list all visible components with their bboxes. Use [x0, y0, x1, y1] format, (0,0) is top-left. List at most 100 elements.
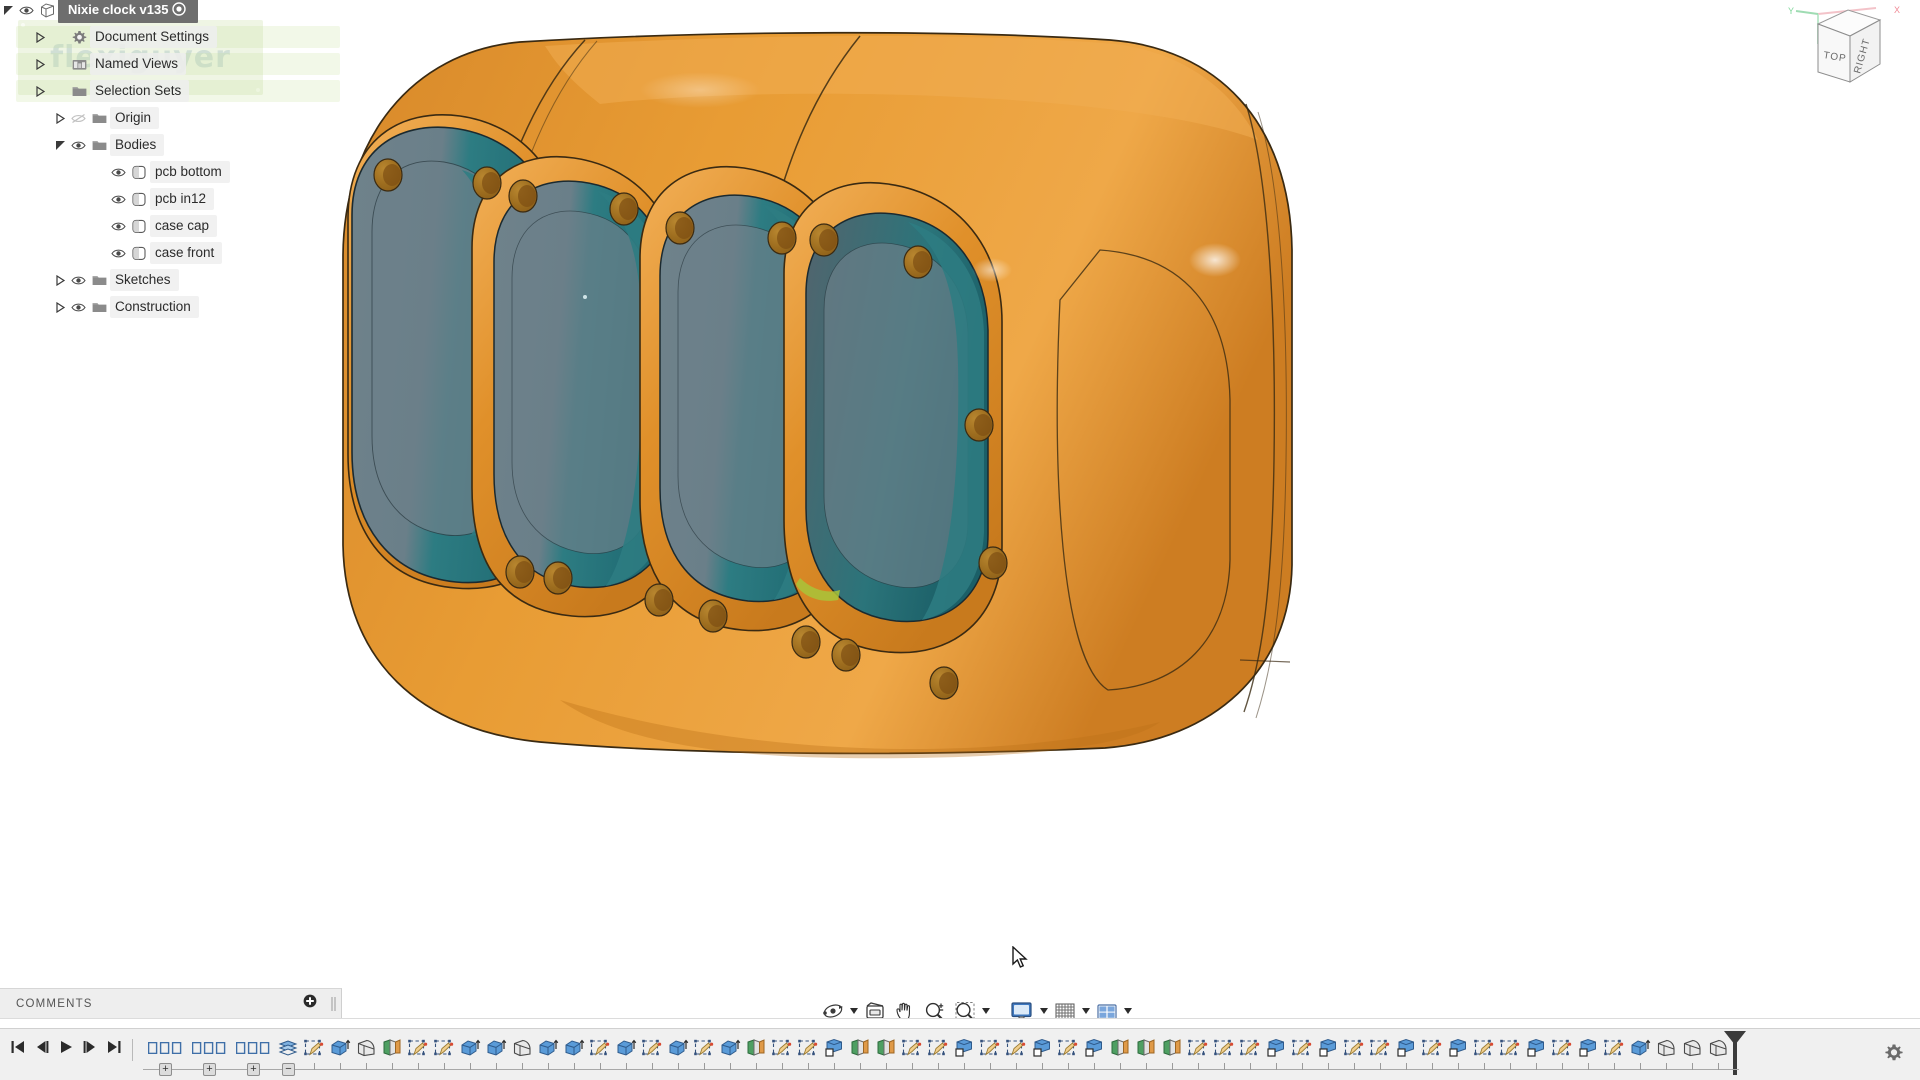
view-cube[interactable]: Y X TOP RIGHT	[1780, 2, 1910, 107]
timeline-feature-34[interactable]	[1133, 1036, 1159, 1064]
timeline-feature-16[interactable]	[665, 1036, 691, 1064]
timeline-feature-28[interactable]	[977, 1036, 1003, 1064]
timeline-feature-32[interactable]	[1081, 1036, 1107, 1064]
timeline-feature-48[interactable]	[1497, 1036, 1523, 1064]
eye-icon[interactable]	[68, 296, 88, 318]
radio-dot-icon[interactable]	[172, 2, 187, 19]
eye-icon[interactable]	[108, 161, 128, 183]
timeline-feature-21[interactable]	[795, 1036, 821, 1064]
timeline-feature-20[interactable]	[769, 1036, 795, 1064]
browser-item-case-front[interactable]: case front	[0, 242, 340, 264]
timeline-feature-15[interactable]	[639, 1036, 665, 1064]
timeline-feature-10[interactable]	[509, 1036, 535, 1064]
chevron-right-icon[interactable]	[52, 269, 68, 291]
timeline-feature-44[interactable]	[1393, 1036, 1419, 1064]
eye-icon[interactable]	[108, 188, 128, 210]
timeline-feature-12[interactable]	[561, 1036, 587, 1064]
timeline-feature-31[interactable]	[1055, 1036, 1081, 1064]
timeline-feature-5[interactable]	[379, 1036, 405, 1064]
timeline-bar[interactable]: + + + −	[0, 1028, 1920, 1080]
timeline-feature-29[interactable]	[1003, 1036, 1029, 1064]
timeline-feature-7[interactable]	[431, 1036, 457, 1064]
timeline-feature-19[interactable]	[743, 1036, 769, 1064]
eye-off-icon[interactable]	[68, 107, 88, 129]
timeline-feature-42[interactable]	[1341, 1036, 1367, 1064]
browser-item-named-views[interactable]: Named Views	[0, 53, 340, 75]
timeline-feature-50[interactable]	[1549, 1036, 1575, 1064]
timeline-feature-1[interactable]	[275, 1036, 301, 1064]
chevron-right-icon[interactable]	[32, 80, 48, 102]
go-to-end-button[interactable]	[102, 1037, 126, 1061]
comments-panel[interactable]: COMMENTS	[0, 988, 342, 1018]
timeline-settings-gear-icon[interactable]	[1884, 1043, 1904, 1068]
timeline-feature-53[interactable]	[1627, 1036, 1653, 1064]
timeline-feature-18[interactable]	[717, 1036, 743, 1064]
chevron-right-icon[interactable]	[32, 26, 48, 48]
timeline-feature-38[interactable]	[1237, 1036, 1263, 1064]
timeline-feature-35[interactable]	[1159, 1036, 1185, 1064]
eye-icon[interactable]	[16, 0, 36, 22]
timeline-feature-40[interactable]	[1289, 1036, 1315, 1064]
timeline-feature-4[interactable]	[353, 1036, 379, 1064]
browser-panel[interactable]: flexiguyer	[0, 0, 340, 323]
eye-icon[interactable]	[108, 242, 128, 264]
resize-grip-icon[interactable]	[331, 996, 337, 1011]
timeline-feature-22[interactable]	[821, 1036, 847, 1064]
timeline-feature-36[interactable]	[1185, 1036, 1211, 1064]
timeline-feature-45[interactable]	[1419, 1036, 1445, 1064]
timeline-feature-55[interactable]	[1679, 1036, 1705, 1064]
timeline-group-expander[interactable]: +	[247, 1063, 260, 1076]
timeline-feature-27[interactable]	[951, 1036, 977, 1064]
browser-item-construction[interactable]: Construction	[0, 296, 340, 318]
timeline-feature-51[interactable]	[1575, 1036, 1601, 1064]
browser-item-pcb-in12[interactable]: pcb in12	[0, 188, 340, 210]
timeline-feature-8[interactable]	[457, 1036, 483, 1064]
timeline-feature-17[interactable]	[691, 1036, 717, 1064]
browser-tree[interactable]: Document Settings Named Views Selection Se…	[0, 26, 340, 318]
timeline-feature-3[interactable]	[327, 1036, 353, 1064]
timeline-group-2[interactable]	[187, 1036, 231, 1064]
timeline-feature-23[interactable]	[847, 1036, 873, 1064]
timeline-playback-controls[interactable]	[0, 1029, 126, 1061]
chevron-right-icon[interactable]	[52, 107, 68, 129]
timeline-feature-30[interactable]	[1029, 1036, 1055, 1064]
timeline-feature-14[interactable]	[613, 1036, 639, 1064]
timeline-feature-2[interactable]	[301, 1036, 327, 1064]
timeline-feature-24[interactable]	[873, 1036, 899, 1064]
eye-icon[interactable]	[68, 134, 88, 156]
browser-item-sketches[interactable]: Sketches	[0, 269, 340, 291]
step-back-button[interactable]	[30, 1037, 54, 1061]
browser-item-origin[interactable]: Origin	[0, 107, 340, 129]
timeline-feature-39[interactable]	[1263, 1036, 1289, 1064]
browser-root-row[interactable]: Nixie clock v135	[0, 0, 340, 23]
eye-icon[interactable]	[108, 215, 128, 237]
timeline-feature-25[interactable]	[899, 1036, 925, 1064]
chevron-right-icon[interactable]	[52, 296, 68, 318]
browser-item-document-settings[interactable]: Document Settings	[0, 26, 340, 48]
timeline-feature-47[interactable]	[1471, 1036, 1497, 1064]
timeline-feature-46[interactable]	[1445, 1036, 1471, 1064]
step-forward-button[interactable]	[78, 1037, 102, 1061]
add-comment-icon[interactable]	[303, 994, 317, 1013]
timeline-feature-41[interactable]	[1315, 1036, 1341, 1064]
browser-item-bodies[interactable]: Bodies	[0, 134, 340, 156]
timeline-group-expander[interactable]: +	[159, 1063, 172, 1076]
timeline-feature-26[interactable]	[925, 1036, 951, 1064]
timeline-track[interactable]: + + + −	[143, 1029, 1920, 1080]
timeline-feature-9[interactable]	[483, 1036, 509, 1064]
timeline-group-3[interactable]	[231, 1036, 275, 1064]
timeline-feature-37[interactable]	[1211, 1036, 1237, 1064]
chevron-right-icon[interactable]	[32, 53, 48, 75]
timeline-feature-6[interactable]	[405, 1036, 431, 1064]
timeline-feature-43[interactable]	[1367, 1036, 1393, 1064]
chevron-down-icon[interactable]	[52, 134, 68, 156]
chevron-down-icon[interactable]	[0, 0, 16, 22]
go-to-beginning-button[interactable]	[6, 1037, 30, 1061]
browser-item-pcb-bottom[interactable]: pcb bottom	[0, 161, 340, 183]
browser-item-selection-sets[interactable]: Selection Sets	[0, 80, 340, 102]
timeline-feature-52[interactable]	[1601, 1036, 1627, 1064]
3d-viewport-canvas[interactable]: Y X TOP RIGHT flexiguyer	[0, 0, 1920, 988]
timeline-feature-11[interactable]	[535, 1036, 561, 1064]
timeline-feature-13[interactable]	[587, 1036, 613, 1064]
timeline-feature-49[interactable]	[1523, 1036, 1549, 1064]
